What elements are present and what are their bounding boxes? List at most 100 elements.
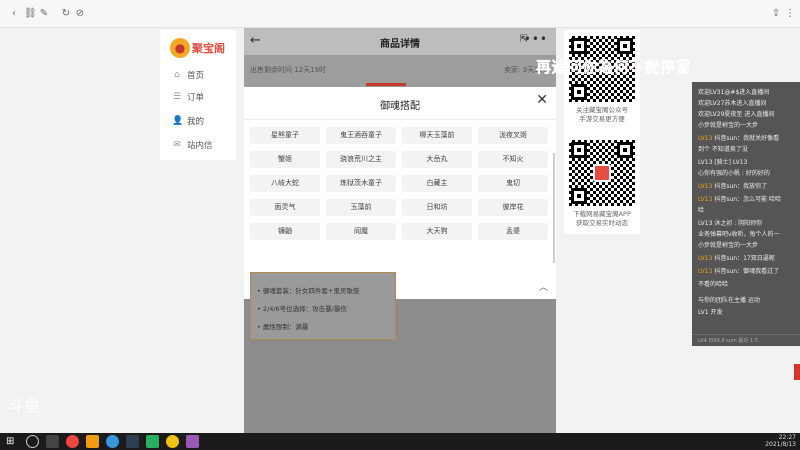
chat-user-level: LV13 xyxy=(698,255,713,262)
menu-icon[interactable]: ⋮ xyxy=(784,8,796,20)
chat-message: LV13 抖音sun：御魂我看过了 xyxy=(698,267,798,276)
close-icon[interactable]: ✕ xyxy=(536,92,548,108)
chat-message: 哈 xyxy=(698,207,705,214)
chip[interactable]: 鬼切 xyxy=(478,175,548,192)
chip[interactable]: 炼狱茨木童子 xyxy=(326,175,396,192)
nav-item-label: 订单 xyxy=(187,93,205,103)
chip[interactable]: 大天狗 xyxy=(402,223,472,240)
stop-icon[interactable]: ⊘ xyxy=(74,8,86,20)
chat-message: 心你有强的小帆 : 好的好的 xyxy=(698,170,770,177)
task-view-icon[interactable] xyxy=(46,435,59,448)
qr-caption-app: 下载网易藏宝阁APP 获取交易实时动态 xyxy=(564,210,640,228)
chip[interactable]: 玉藻前 xyxy=(326,199,396,216)
chip[interactable]: 柳天玉藻前 xyxy=(402,127,472,144)
back-icon[interactable]: ‹ xyxy=(8,8,20,20)
danmaku-chat-panel: 欢迎LV31@#$进入直播间 欢迎LV27苏木进入直播间 欢迎LV29夏夜至 进… xyxy=(692,82,800,346)
app-icon[interactable] xyxy=(126,435,139,448)
chat-message: 欢迎LV31@#$进入直播间 xyxy=(698,89,770,96)
note-line: • 2/4/6号位选择：攻击暴/暴伤 xyxy=(257,305,347,313)
modal-divider xyxy=(244,119,556,120)
search-icon[interactable] xyxy=(26,435,39,448)
pen-icon[interactable]: ✎ xyxy=(38,8,50,20)
windows-start-icon[interactable]: ⊞ xyxy=(6,435,19,448)
nav-item-label: 我的 xyxy=(187,117,205,127)
nav-item-mine[interactable]: 👤 我的 xyxy=(172,114,232,128)
qr-finder xyxy=(617,142,633,158)
refresh-icon[interactable]: ↻ xyxy=(60,8,72,20)
mail-icon: ✉ xyxy=(173,140,181,150)
chip[interactable]: 骁浪荒川之主 xyxy=(326,151,396,168)
chip[interactable]: 白藏主 xyxy=(402,175,472,192)
chip[interactable]: 泷夜叉姬 xyxy=(478,127,548,144)
detail-header: ← 商品详情 ⇱ ••• xyxy=(244,28,556,55)
qr-caption-wechat: 关注藏宝阁公众号 手游交易更方便 xyxy=(564,106,640,124)
more-icon[interactable]: ••• xyxy=(524,32,548,46)
chat-message: 小步就是树宝的一大步 xyxy=(698,122,759,129)
share-icon[interactable]: ⇪ xyxy=(770,8,782,20)
chip[interactable]: 蟹姬 xyxy=(250,151,320,168)
app-icon[interactable] xyxy=(186,435,199,448)
chrome-icon[interactable] xyxy=(66,435,79,448)
chip[interactable]: 面灵气 xyxy=(250,199,320,216)
app-icon[interactable] xyxy=(166,435,179,448)
order-icon: ☰ xyxy=(172,92,182,102)
chat-message: LV13 抖音sun：17双日逼呢 xyxy=(698,254,798,263)
wechat-icon[interactable] xyxy=(146,435,159,448)
chip[interactable]: 阎魔 xyxy=(326,223,396,240)
qr-caption-line: 手游交易更方便 xyxy=(579,115,625,123)
chip[interactable]: 不知火 xyxy=(478,151,548,168)
nav-item-home[interactable]: ⌂ 首页 xyxy=(172,68,232,82)
app-icon[interactable] xyxy=(86,435,99,448)
chat-message: 欢迎LV27苏木进入直播间 xyxy=(698,100,767,107)
chat-message: 不看的哈哈 xyxy=(698,281,729,288)
site-sidebar: ● 聚宝阁 ⌂ 首页 ☰ 订单 👤 我的 ✉ 站内信 xyxy=(160,30,236,160)
note-line: • 属性限制：满暴 xyxy=(257,323,309,331)
qr-finder xyxy=(571,188,587,204)
modal-scrollbar[interactable] xyxy=(553,153,555,263)
chat-message: LV13 抖音sun：我放你了 xyxy=(698,182,798,191)
chat-text: 抖音sun：17双日逼呢 xyxy=(714,255,775,262)
chat-text: 抖音sun：我就关好像看 xyxy=(714,135,780,142)
chat-message: 欢迎LV29夏夜至 进入直播间 xyxy=(698,111,775,118)
nav-item-label: 站内信 xyxy=(187,141,213,151)
chat-user-level: LV13 xyxy=(698,135,713,142)
qr-finder xyxy=(617,38,633,54)
chevron-up-icon[interactable]: ︿ xyxy=(539,280,548,293)
chip[interactable]: 彼岸花 xyxy=(478,199,548,216)
chat-message: 与你的团队在主播 运动 xyxy=(698,297,760,304)
chip[interactable]: 鬼王酒吞童子 xyxy=(326,127,396,144)
clock-date: 2021/8/13 xyxy=(765,441,796,448)
app-icon[interactable] xyxy=(106,435,119,448)
page-title: 商品详情 xyxy=(380,39,420,50)
site-logo[interactable]: ● 聚宝阁 xyxy=(168,36,232,60)
chat-message: LV13 沐之初 : 阴阳师你 xyxy=(698,220,763,227)
chip[interactable]: 镰鼬 xyxy=(250,223,320,240)
nav-item-label: 首页 xyxy=(187,71,205,81)
system-clock: 22:27 2021/8/13 xyxy=(765,434,796,448)
side-float-button[interactable] xyxy=(794,364,800,380)
chat-user-level: LV13 xyxy=(698,183,713,190)
chat-message: 小步就是树宝的一大步 xyxy=(698,242,759,249)
nav-item-orders[interactable]: ☰ 订单 xyxy=(172,90,232,104)
qr-caption-line: 下载网易藏宝阁APP xyxy=(573,210,631,218)
chat-message: LV13 抖音sun：怎么可能 哈哈 xyxy=(698,195,798,204)
browser-toolbar: ‹ ⛓ ✎ ↻ ⊘ ⇪ ⋮ xyxy=(0,0,800,28)
chip[interactable]: 日和坊 xyxy=(402,199,472,216)
chat-text: 抖音sun：御魂我看过了 xyxy=(714,268,780,275)
user-icon: 👤 xyxy=(172,116,184,126)
qr-finder xyxy=(571,142,587,158)
chip[interactable]: 八岐大蛇 xyxy=(250,175,320,192)
chip[interactable]: 孟婆 xyxy=(478,223,548,240)
note-line: • 御魂套装：针女四件套+鬼灵歌伎 xyxy=(257,287,360,295)
yuhun-modal: 御魂搭配 ✕ 星熊童子 鬼王酒吞童子 柳天玉藻前 泷夜叉姬 蟹姬 骁浪荒川之主 … xyxy=(244,87,556,299)
chip[interactable]: 大岳丸 xyxy=(402,151,472,168)
chat-footer: LV4 日99.9 sum 最近 1:5 xyxy=(692,334,800,346)
chat-text: 抖音sun：怎么可能 哈哈 xyxy=(714,196,781,203)
yuhun-notes: • 御魂套装：针女四件套+鬼灵歌伎 • 2/4/6号位选择：攻击暴/暴伤 • 属… xyxy=(250,272,396,340)
link-icon[interactable]: ⛓ xyxy=(24,8,37,20)
logo-text: 聚宝阁 xyxy=(192,42,225,55)
chip[interactable]: 星熊童子 xyxy=(250,127,320,144)
chat-footer-text: LV4 日99.9 sum 最近 1:5 xyxy=(698,338,759,344)
nav-item-messages[interactable]: ✉ 站内信 xyxy=(172,138,232,152)
sale-remaining-time: 出售剩余时间 12天19时 xyxy=(250,66,327,74)
